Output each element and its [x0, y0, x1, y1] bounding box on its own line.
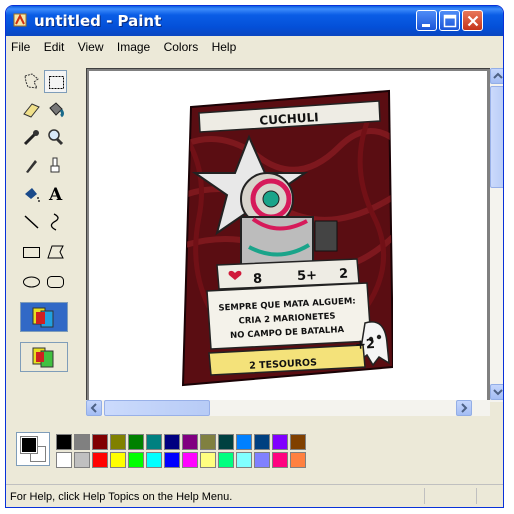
- palette-swatch[interactable]: [218, 452, 234, 468]
- palette-swatch[interactable]: [218, 434, 234, 450]
- palette-swatch[interactable]: [236, 434, 252, 450]
- ellipse-icon[interactable]: [20, 270, 43, 293]
- menu-colors[interactable]: Colors: [159, 37, 204, 54]
- canvas-area[interactable]: CUCHULI 8 5+ 2 SEMPRE QUE MATA ALGUEM: C…: [86, 68, 490, 400]
- palette-swatch[interactable]: [74, 434, 90, 450]
- polygon-icon[interactable]: [44, 240, 67, 263]
- horizontal-scrollbar[interactable]: [86, 400, 490, 416]
- maximize-button[interactable]: [439, 10, 460, 31]
- scroll-thumb-horizontal[interactable]: [104, 400, 210, 416]
- palette-swatch[interactable]: [182, 434, 198, 450]
- menu-file[interactable]: File: [6, 37, 35, 54]
- foreground-color-swatch[interactable]: [20, 436, 38, 454]
- scroll-thumb-vertical[interactable]: [490, 86, 503, 188]
- status-bar: For Help, click Help Topics on the Help …: [6, 484, 503, 507]
- palette-swatch[interactable]: [146, 434, 162, 450]
- palette-swatch[interactable]: [164, 452, 180, 468]
- toolbox: A: [6, 58, 84, 428]
- palette-swatch[interactable]: [290, 452, 306, 468]
- card-stat-extra: 2: [339, 267, 349, 282]
- status-divider: [424, 488, 425, 504]
- palette-swatch[interactable]: [74, 452, 90, 468]
- svg-text:A: A: [48, 185, 63, 205]
- palette-swatch[interactable]: [110, 434, 126, 450]
- rounded-rectangle-icon[interactable]: [44, 270, 67, 293]
- select-icon[interactable]: [44, 70, 67, 93]
- curve-icon[interactable]: [44, 210, 67, 233]
- paint-app-icon[interactable]: [12, 12, 28, 28]
- rectangle-icon[interactable]: [20, 240, 43, 263]
- palette-swatch[interactable]: [56, 434, 72, 450]
- palette-swatch[interactable]: [110, 452, 126, 468]
- line-icon[interactable]: [20, 210, 43, 233]
- pick-color-icon[interactable]: [20, 126, 43, 149]
- title-bar[interactable]: untitled - Paint: [6, 6, 503, 36]
- paint-window: untitled - Paint File Edit View Image Co…: [5, 5, 504, 508]
- palette-swatch[interactable]: [200, 434, 216, 450]
- palette-swatch[interactable]: [254, 452, 270, 468]
- transparency-option-transparent[interactable]: [20, 342, 68, 372]
- fill-icon[interactable]: [44, 98, 67, 121]
- status-divider: [476, 488, 477, 504]
- vertical-scrollbar[interactable]: [490, 68, 503, 402]
- color-palette: [6, 424, 503, 476]
- canvas[interactable]: CUCHULI 8 5+ 2 SEMPRE QUE MATA ALGUEM: C…: [89, 71, 487, 400]
- scroll-right-button[interactable]: [456, 400, 472, 416]
- palette-swatch[interactable]: [182, 452, 198, 468]
- current-colors[interactable]: [16, 432, 50, 466]
- magnifier-icon[interactable]: [44, 126, 67, 149]
- menu-bar: File Edit View Image Colors Help: [6, 37, 503, 57]
- palette-swatch[interactable]: [290, 434, 306, 450]
- card-image: CUCHULI 8 5+ 2 SEMPRE QUE MATA ALGUEM: C…: [181, 89, 393, 387]
- palette-swatch[interactable]: [56, 452, 72, 468]
- close-button[interactable]: [462, 10, 483, 31]
- palette-swatch[interactable]: [272, 452, 288, 468]
- brush-icon[interactable]: [44, 154, 67, 177]
- palette-swatch[interactable]: [272, 434, 288, 450]
- palette-swatch[interactable]: [128, 452, 144, 468]
- text-icon[interactable]: A: [44, 182, 67, 205]
- card-stat-attack: 8: [253, 272, 263, 287]
- scroll-left-button[interactable]: [86, 400, 102, 416]
- airbrush-icon[interactable]: [20, 182, 43, 205]
- menu-view[interactable]: View: [73, 37, 109, 54]
- palette-swatch[interactable]: [164, 434, 180, 450]
- palette-swatch[interactable]: [146, 452, 162, 468]
- menu-help[interactable]: Help: [207, 37, 242, 54]
- transparency-option-opaque[interactable]: [20, 302, 68, 332]
- palette-swatch[interactable]: [92, 434, 108, 450]
- palette-swatch[interactable]: [92, 452, 108, 468]
- menu-edit[interactable]: Edit: [39, 37, 70, 54]
- eraser-icon[interactable]: [20, 98, 43, 121]
- palette-swatch[interactable]: [128, 434, 144, 450]
- card-stat-dice: 5+: [297, 268, 318, 284]
- status-text: For Help, click Help Topics on the Help …: [10, 491, 233, 503]
- window-title: untitled - Paint: [34, 12, 162, 30]
- palette-swatch[interactable]: [254, 434, 270, 450]
- minimize-button[interactable]: [416, 10, 437, 31]
- scroll-up-button[interactable]: [490, 68, 503, 84]
- palette-swatch[interactable]: [200, 452, 216, 468]
- menu-image[interactable]: Image: [112, 37, 155, 54]
- palette-swatch[interactable]: [236, 452, 252, 468]
- card-bonus: +2: [355, 337, 376, 353]
- free-form-select-icon[interactable]: [20, 70, 43, 93]
- pencil-icon[interactable]: [20, 154, 43, 177]
- scroll-down-button[interactable]: [490, 384, 503, 400]
